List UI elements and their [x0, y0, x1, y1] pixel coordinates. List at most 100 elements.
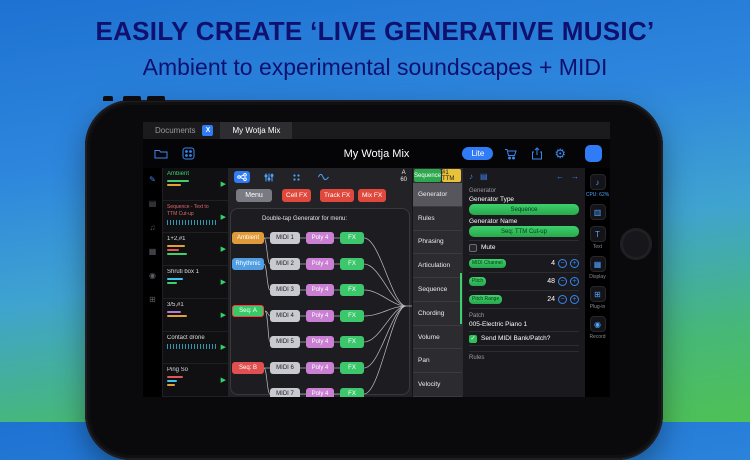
generator-type-dropdown[interactable]: Sequence: [469, 204, 579, 215]
settings-gear-icon[interactable]: ⚙: [554, 147, 566, 160]
inspector-tabs: Sequence #1 TTM: [413, 168, 462, 183]
pitch-increment-button[interactable]: +: [570, 277, 579, 286]
fx-node[interactable]: FX: [340, 388, 364, 397]
play-icon[interactable]: ▶: [221, 278, 226, 286]
track-name: 3/5,#1: [167, 301, 184, 308]
category-generator[interactable]: Generator: [413, 183, 462, 207]
category-velocity[interactable]: Velocity: [413, 373, 462, 397]
category-sequence[interactable]: Sequence: [413, 278, 462, 302]
redo-arrow-icon[interactable]: →: [571, 172, 579, 181]
category-rules[interactable]: Rules: [413, 207, 462, 231]
scrollbar[interactable]: [460, 272, 462, 325]
text-rail-label: Text: [592, 244, 603, 250]
list-view-icon[interactable]: ▤: [149, 199, 157, 208]
pitch-range-increment-button[interactable]: +: [570, 295, 579, 304]
pitch-decrement-button[interactable]: −: [558, 277, 567, 286]
folder-icon[interactable]: [151, 145, 171, 162]
tab-documents[interactable]: Documents: [155, 126, 195, 135]
midi-channel-decrement-button[interactable]: −: [558, 259, 567, 268]
track-row[interactable]: Shruti box 1 ▶: [163, 266, 228, 299]
grid-view-icon[interactable]: ▦: [149, 247, 157, 256]
undo-arrow-icon[interactable]: ←: [556, 172, 564, 181]
fx-node[interactable]: FX: [340, 284, 364, 296]
category-articulation[interactable]: Articulation: [413, 254, 462, 279]
category-pan[interactable]: Pan: [413, 349, 462, 374]
patch-value[interactable]: 005-Electric Piano 1: [469, 321, 579, 328]
fx-node[interactable]: FX: [340, 310, 364, 322]
main-area: ✎ ▤ ♫ ▦ ◉ ⊞ Ambient ▶ Sequence - Text to…: [143, 168, 610, 397]
midi-node[interactable]: MIDI 5: [270, 336, 300, 348]
midi-node[interactable]: MIDI 3: [270, 284, 300, 296]
track-row[interactable]: 1+2,#1 ▶: [163, 233, 228, 267]
fx-node[interactable]: FX: [340, 232, 364, 244]
play-icon[interactable]: ▶: [221, 245, 226, 253]
poly-node[interactable]: Poly 4: [306, 336, 334, 348]
add-cell-icon[interactable]: ⊞: [149, 295, 156, 304]
play-icon[interactable]: ▶: [221, 343, 226, 351]
mixer-view-button[interactable]: [585, 145, 602, 162]
text-rail-icon[interactable]: T: [589, 226, 606, 242]
play-icon[interactable]: ▶: [221, 311, 226, 319]
pitch-range-value: 24: [547, 296, 555, 303]
waveform: [167, 343, 218, 349]
note-icon[interactable]: ♪: [469, 172, 473, 181]
track-row[interactable]: Contact drone ▶: [163, 332, 228, 365]
play-icon[interactable]: ▶: [221, 213, 226, 221]
generator-node[interactable]: Rhythmic: [232, 258, 264, 270]
poly-node[interactable]: Poly 4: [306, 258, 334, 270]
inspector-category-list: Generator Rules Phrasing Articulation Se…: [413, 183, 462, 397]
track-row[interactable]: 3/5,#1 ▶: [163, 299, 228, 332]
poly-node[interactable]: Poly 4: [306, 388, 334, 397]
lite-badge-button[interactable]: Lite: [462, 147, 494, 160]
note-rail-icon[interactable]: ♪: [589, 174, 606, 190]
poly-node[interactable]: Poly 4: [306, 232, 334, 244]
share-icon[interactable]: [527, 145, 547, 162]
left-icon-strip: ✎ ▤ ♫ ▦ ◉ ⊞: [143, 168, 162, 397]
panel-rail-icon[interactable]: ▥: [589, 204, 606, 220]
midi-node[interactable]: MIDI 6: [270, 362, 300, 374]
poly-node[interactable]: Poly 4: [306, 310, 334, 322]
music-notes-icon[interactable]: ♫: [150, 223, 156, 232]
plugin-rail-icon[interactable]: ⊞: [589, 286, 606, 302]
track-row[interactable]: Ambient ▶: [163, 168, 228, 201]
generator-name-dropdown[interactable]: Seq: TTM Cut-up: [469, 226, 579, 237]
track-row[interactable]: Ping So ▶: [163, 364, 228, 397]
generator-node[interactable]: Ambient: [232, 232, 264, 244]
close-tab-icon[interactable]: X: [202, 125, 214, 136]
mute-checkbox[interactable]: [469, 243, 477, 252]
generator-node[interactable]: Seq: B: [232, 362, 264, 374]
midi-node[interactable]: MIDI 4: [270, 310, 300, 322]
fx-node[interactable]: FX: [340, 336, 364, 348]
tab-my-wotja-mix[interactable]: My Wotja Mix: [220, 122, 293, 139]
pitch-range-decrement-button[interactable]: −: [558, 295, 567, 304]
poly-node[interactable]: Poly 4: [306, 284, 334, 296]
cpu-meter: CPU: 62%: [585, 192, 610, 198]
fx-node[interactable]: FX: [340, 362, 364, 374]
volume-up-button: [123, 96, 141, 101]
midi-node[interactable]: MIDI 2: [270, 258, 300, 270]
play-icon[interactable]: ▶: [221, 376, 226, 384]
category-phrasing[interactable]: Phrasing: [413, 231, 462, 255]
category-chording[interactable]: Chording: [413, 302, 462, 326]
fx-node[interactable]: FX: [340, 258, 364, 270]
tab-sequence[interactable]: Sequence: [414, 169, 442, 182]
midi-channel-increment-button[interactable]: +: [570, 259, 579, 268]
poly-node[interactable]: Poly 4: [306, 362, 334, 374]
midi-node[interactable]: MIDI 7: [270, 388, 300, 397]
rows-icon[interactable]: ▤: [480, 172, 488, 181]
midi-channel-row: MIDI Channel 4 − +: [469, 255, 579, 273]
track-row[interactable]: Sequence - Text to TTM Cut-up ▶: [163, 201, 228, 234]
edit-pencil-icon[interactable]: ✎: [149, 175, 156, 184]
store-cart-icon[interactable]: [500, 145, 520, 162]
midi-node[interactable]: MIDI 1: [270, 232, 300, 244]
play-icon[interactable]: ▶: [221, 180, 226, 188]
tab-ttm[interactable]: #1 TTM: [442, 169, 461, 182]
generator-node-selected[interactable]: Seq: A: [232, 305, 264, 317]
send-midi-checkbox[interactable]: ✓: [469, 334, 477, 343]
dice-icon[interactable]: [178, 145, 198, 162]
display-rail-icon[interactable]: ▦: [589, 256, 606, 272]
category-volume[interactable]: Volume: [413, 326, 462, 350]
record-dot-icon[interactable]: ◉: [149, 271, 156, 280]
generator-settings-panel: ♪ ▤ ← → Generator Generator Type Sequenc…: [462, 168, 585, 397]
record-rail-icon[interactable]: ◉: [589, 316, 606, 332]
